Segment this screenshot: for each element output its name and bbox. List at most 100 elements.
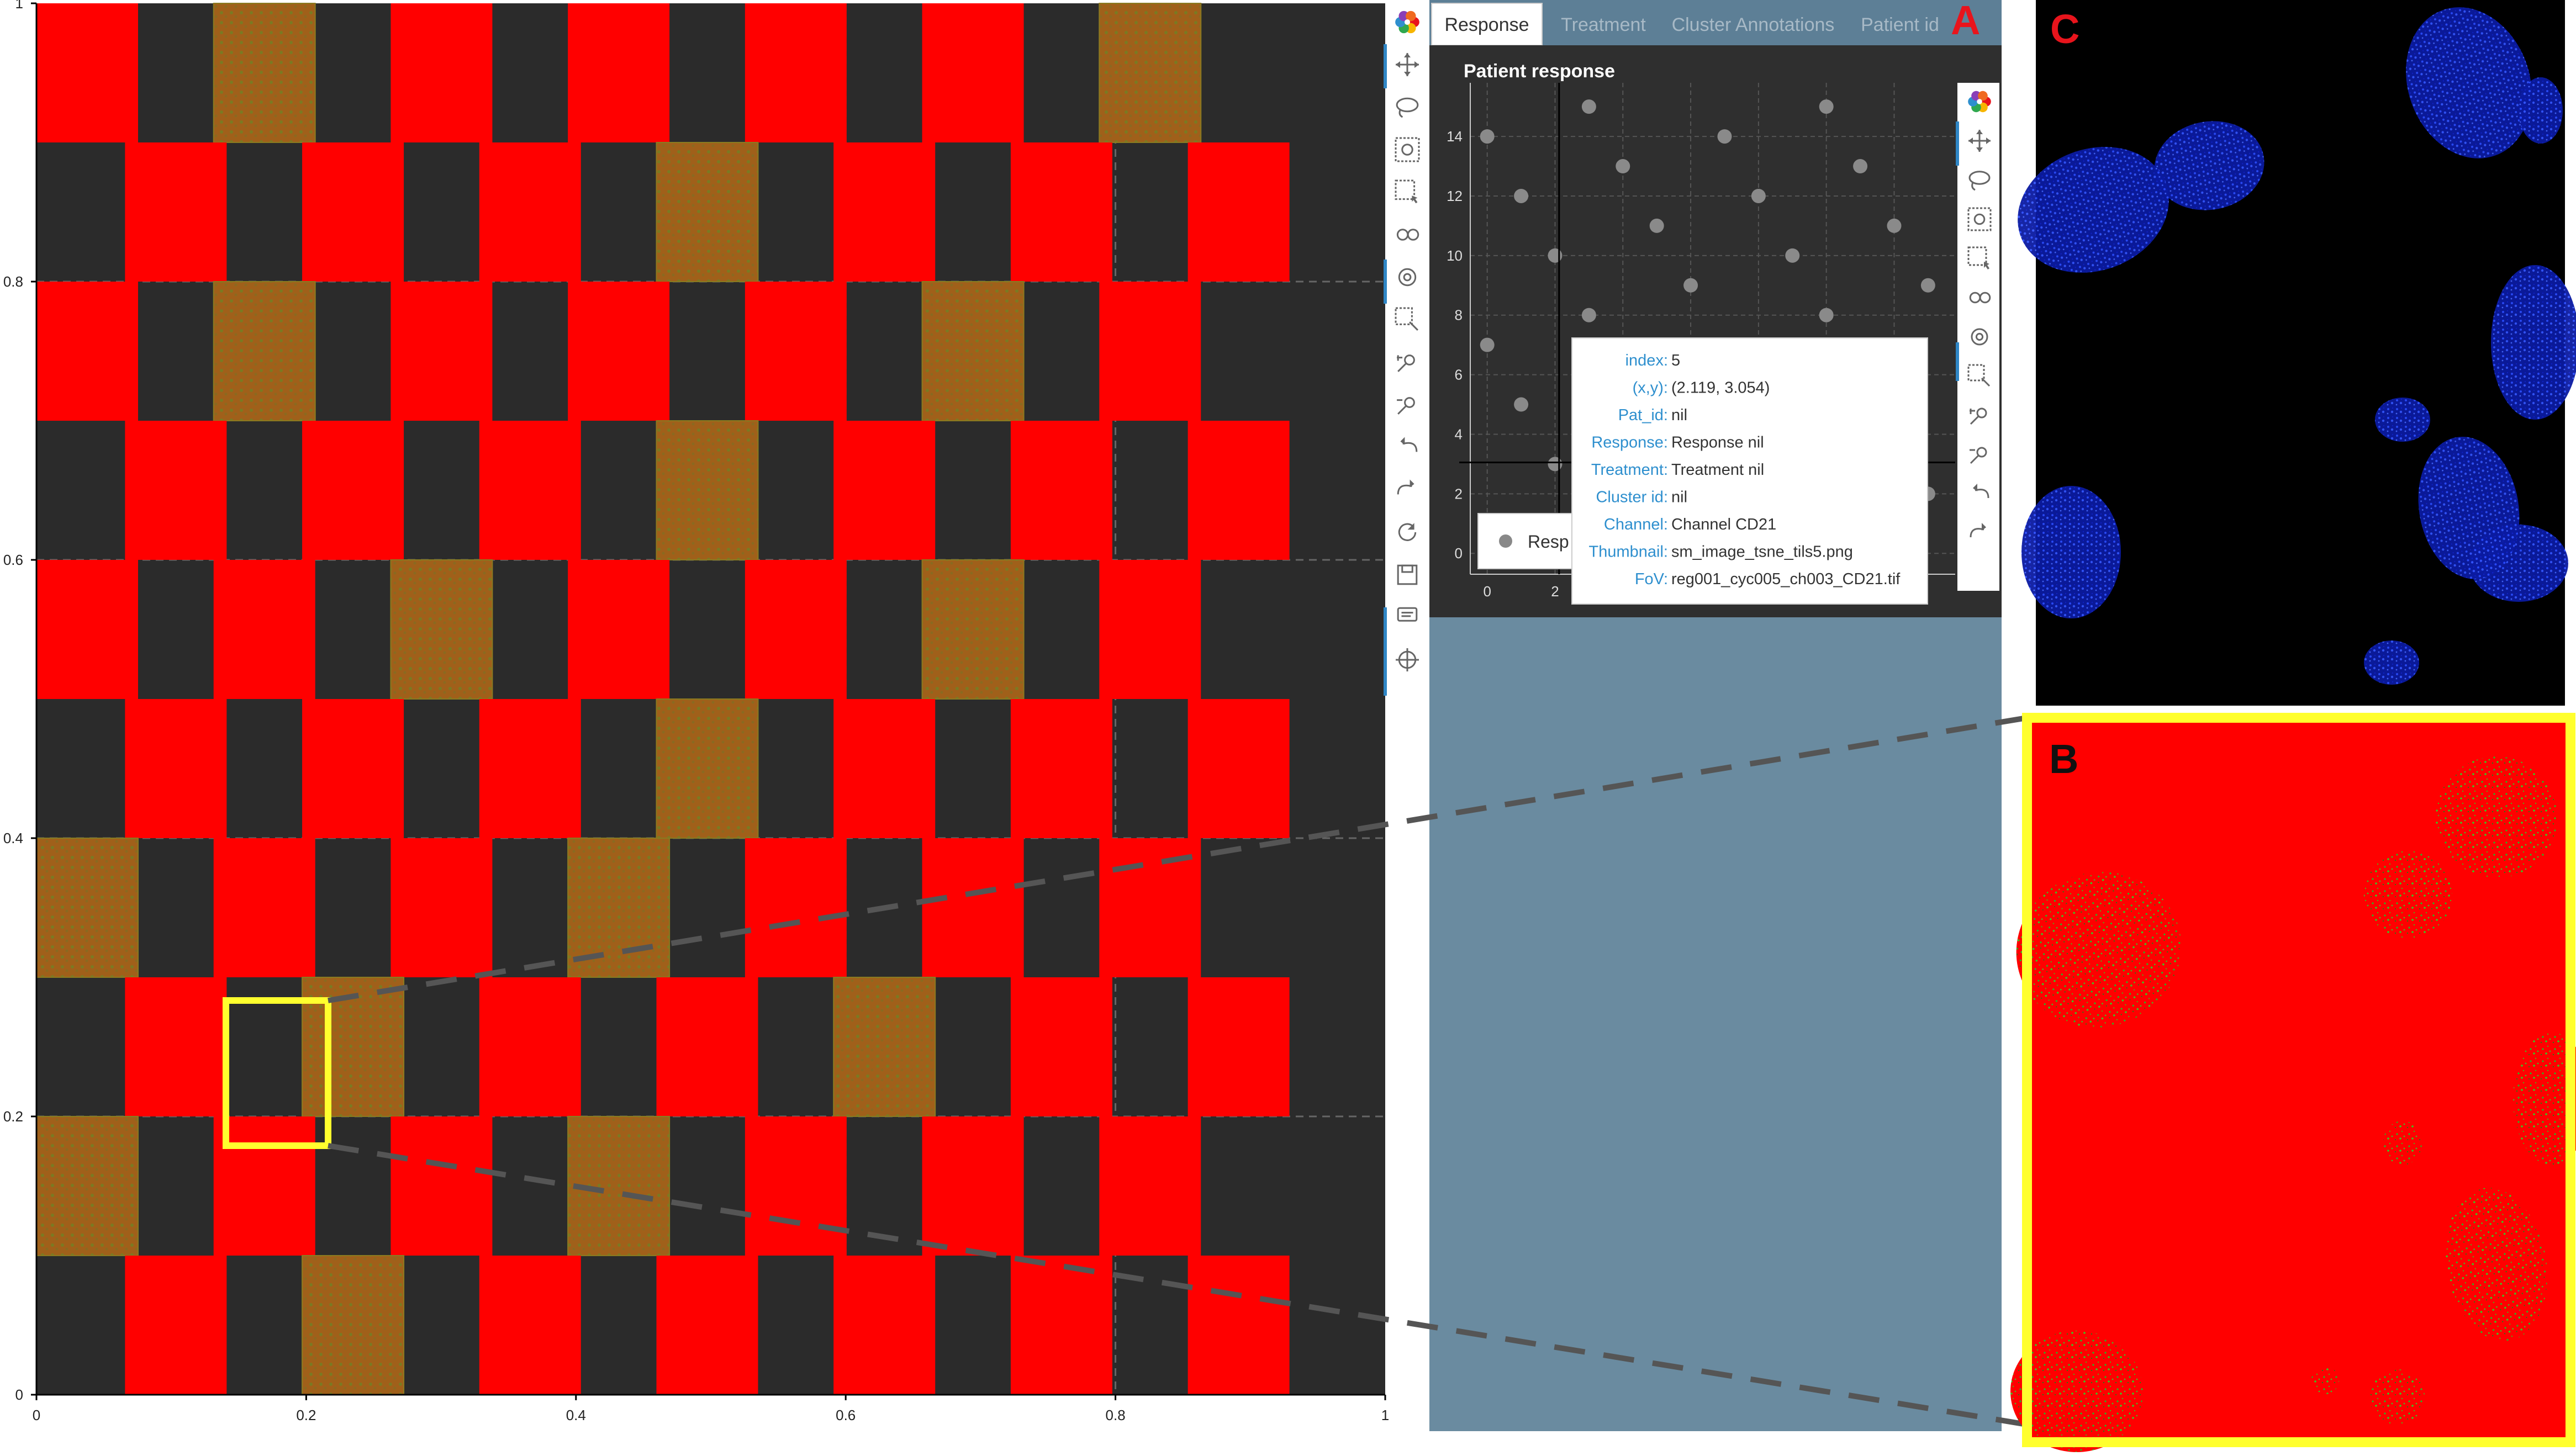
- panel-c-dapi-image: C: [2018, 0, 2576, 706]
- panel-b-zoomed-tile: B: [2010, 713, 2576, 1452]
- panel-label-b: B: [2049, 736, 2078, 782]
- thumbnail-tile: [479, 421, 581, 560]
- thumbnail-tile: [213, 560, 315, 699]
- scatter-point[interactable]: [1514, 188, 1529, 203]
- tsne-tile-plot[interactable]: 00 0.2 0.2 0.4 0.4 0.6 0.6 0.8 0.8 1 1: [3, 0, 1389, 1423]
- scatter-point[interactable]: [1649, 218, 1664, 233]
- x-tick-label: 1: [1381, 1407, 1389, 1423]
- thumbnail-tile: [833, 1256, 936, 1395]
- x-tick-label: 0.4: [566, 1407, 586, 1423]
- x-tick-label: 0.2: [296, 1407, 316, 1423]
- panel-label-a: A: [1951, 0, 1980, 43]
- thumbnail-tile: [213, 838, 315, 977]
- tooltip-value: Treatment nil: [1671, 461, 1764, 479]
- thumbnail-tile: [656, 142, 758, 282]
- nucleus: [2364, 640, 2419, 685]
- thumbnail-tile: [833, 421, 936, 560]
- scatter-point[interactable]: [1717, 129, 1732, 144]
- scatter-x-tick-label: 0: [1483, 583, 1491, 600]
- scatter-toolbar-background: [1957, 83, 1999, 591]
- tooltip-value: sm_image_tsne_tils5.png: [1671, 543, 1853, 561]
- tooltip-key: Cluster id:: [1596, 489, 1668, 506]
- legend-marker: [1499, 534, 1512, 548]
- tsne-plot-toolbar: [1384, 3, 1429, 1395]
- thumbnail-tile: [479, 142, 581, 282]
- thumbnail-tile: [125, 699, 227, 838]
- thumbnail-tile: [1099, 282, 1201, 421]
- scatter-point[interactable]: [1785, 248, 1800, 263]
- tab-treatment[interactable]: Treatment: [1561, 14, 1646, 35]
- thumbnail-tile: [1010, 699, 1112, 838]
- thumbnail-tile: [213, 3, 315, 142]
- scatter-y-tick-label: 6: [1455, 367, 1463, 383]
- thumbnail-tile: [1187, 699, 1290, 838]
- thumbnail-tile: [922, 1116, 1024, 1256]
- y-tick-label: 1: [15, 0, 23, 12]
- thumbnail-tile: [745, 1116, 847, 1256]
- nucleus: [2375, 398, 2430, 442]
- scatter-y-tick-label: 14: [1447, 128, 1463, 145]
- figure-canvas: 0 0 0.2 0.2 0.4 0.4 0.6 0.6 0.8 0.8 1 1 Response Tre…: [0, 0, 2576, 1453]
- hover-tooltip: index: 5(x,y): (2.119, 3.054)Pat_id: nilRes…: [1571, 337, 1928, 605]
- cd21-cell: [2383, 1121, 2422, 1165]
- scatter-point[interactable]: [1514, 397, 1529, 412]
- tooltip-value: Channel CD21: [1671, 516, 1776, 533]
- scatter-point[interactable]: [1751, 188, 1766, 203]
- thumbnail-tile: [656, 977, 758, 1116]
- scatter-point[interactable]: [1616, 159, 1630, 174]
- thumbnail-tile: [302, 1256, 404, 1395]
- tooltip-key: (x,y):: [1633, 379, 1668, 397]
- tab-label: Treatment: [1561, 14, 1646, 35]
- tooltip-value: reg001_cyc005_ch003_CD21.tif: [1671, 570, 1901, 588]
- scatter-point[interactable]: [1581, 99, 1596, 114]
- scatter-point[interactable]: [1887, 218, 1902, 233]
- thumbnail-tile: [833, 977, 936, 1116]
- scatter-y-tick-label: 0: [1455, 545, 1463, 562]
- scatter-point[interactable]: [1853, 159, 1868, 174]
- thumbnail-tile: [125, 421, 227, 560]
- tab-label: Cluster Annotations: [1672, 14, 1835, 35]
- tab-label: Patient id: [1861, 14, 1939, 35]
- thumbnail-tile: [656, 421, 758, 560]
- tooltip-value: Response nil: [1671, 434, 1764, 452]
- tab-patient-id[interactable]: Patient id: [1861, 14, 1939, 35]
- thumbnail-tile: [390, 3, 493, 142]
- scatter-point[interactable]: [1548, 248, 1563, 263]
- scatter-point[interactable]: [1480, 337, 1495, 352]
- thumbnail-tile: [36, 282, 138, 421]
- scatter-point[interactable]: [1819, 308, 1834, 322]
- nucleus: [2491, 265, 2576, 420]
- thumbnail-tile: [36, 560, 138, 699]
- thumbnail-tile: [1099, 560, 1201, 699]
- scatter-point[interactable]: [1548, 457, 1563, 472]
- tooltip-key: Response:: [1591, 434, 1668, 452]
- cd21-cell: [2436, 756, 2557, 878]
- x-tick-label: 0.6: [836, 1407, 856, 1423]
- thumbnail-tile: [1010, 977, 1112, 1116]
- tab-response[interactable]: Response: [1431, 3, 1543, 46]
- thumbnail-tile: [922, 838, 1024, 977]
- thumbnail-tile: [479, 977, 581, 1116]
- legend-label: Resp: [1528, 532, 1569, 552]
- thumbnail-tile: [479, 699, 581, 838]
- thumbnail-tile: [745, 838, 847, 977]
- thumbnail-tile: [656, 1256, 758, 1395]
- x-tick-label: 0: [33, 1407, 40, 1423]
- thumbnail-tile: [1187, 977, 1290, 1116]
- y-tick-label: 0.8: [3, 273, 23, 290]
- thumbnail-tile: [922, 560, 1024, 699]
- scatter-point[interactable]: [1480, 129, 1495, 144]
- thumbnail-tile: [568, 3, 670, 142]
- thumbnail-tile: [390, 1116, 493, 1256]
- tooltip-value: nil: [1671, 489, 1687, 506]
- thumbnail-tile: [1099, 3, 1201, 142]
- scatter-point[interactable]: [1920, 278, 1935, 293]
- thumbnail-tile: [745, 560, 847, 699]
- thumbnail-tile: [1187, 421, 1290, 560]
- scatter-point[interactable]: [1683, 278, 1698, 293]
- scatter-point[interactable]: [1581, 308, 1596, 322]
- scatter-point[interactable]: [1819, 99, 1834, 114]
- tab-cluster-annotations[interactable]: Cluster Annotations: [1672, 14, 1835, 35]
- cd21-cell: [2369, 1369, 2425, 1425]
- tooltip-key: Pat_id:: [1618, 406, 1668, 424]
